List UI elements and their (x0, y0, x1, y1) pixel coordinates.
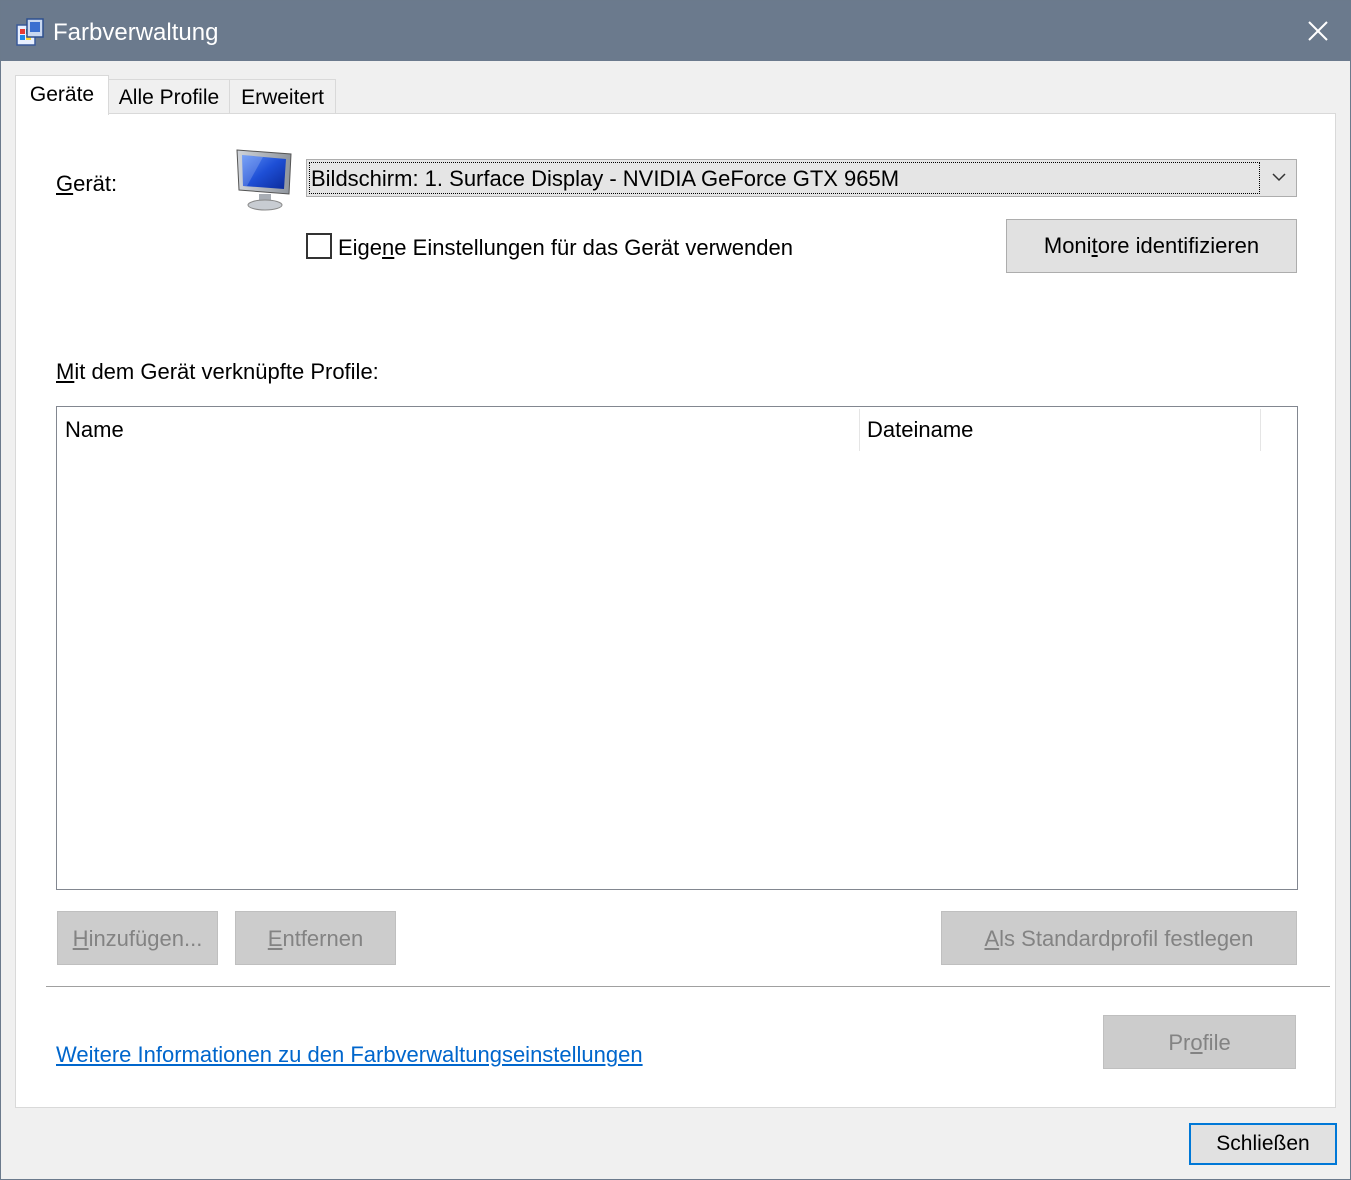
column-divider[interactable] (1260, 409, 1261, 451)
profiles-list[interactable]: Name Dateiname (56, 406, 1298, 890)
identify-monitors-button[interactable]: Monitore identifizieren (1006, 219, 1297, 273)
remove-profile-button[interactable]: Entfernen (235, 911, 396, 965)
own-settings-label[interactable]: Eigene Einstellungen für das Gerät verwe… (338, 235, 793, 261)
tab-devices[interactable]: Geräte (15, 75, 109, 115)
window-title: Farbverwaltung (53, 19, 219, 46)
close-button[interactable]: Schließen (1189, 1123, 1337, 1165)
add-profile-button[interactable]: Hinzufügen... (57, 911, 218, 965)
tab-label: Geräte (29, 83, 95, 106)
set-default-profile-button[interactable]: Als Standardprofil festlegen (941, 911, 1297, 965)
column-header-name[interactable]: Name (65, 417, 124, 443)
close-icon (1308, 21, 1328, 41)
linked-profiles-label: Mit dem Gerät verknüpfte Profile: (56, 359, 379, 384)
device-select-value: Bildschirm: 1. Surface Display - NVIDIA … (311, 166, 900, 191)
column-divider[interactable] (859, 409, 860, 451)
separator (46, 986, 1330, 987)
profile-button[interactable]: Profile (1103, 1015, 1296, 1069)
tab-label: Alle Profile (118, 86, 220, 109)
tab-label: Erweitert (241, 86, 324, 109)
column-header-filename[interactable]: Dateiname (867, 417, 973, 443)
device-select[interactable]: Bildschirm: 1. Surface Display - NVIDIA … (306, 159, 1297, 197)
monitor-icon (233, 146, 295, 212)
title-bar: Farbverwaltung (1, 1, 1350, 61)
own-settings-checkbox[interactable] (306, 233, 332, 259)
color-management-icon (15, 17, 47, 49)
device-label: Gerät: (56, 171, 118, 196)
chevron-down-icon (1272, 173, 1286, 182)
close-window-button[interactable] (1286, 1, 1350, 61)
tab-advanced[interactable]: Erweitert (229, 79, 336, 114)
more-info-link[interactable]: Weitere Informationen zu den Farbverwalt… (56, 1042, 643, 1068)
color-management-window: Farbverwaltung Geräte Alle Profile Erwei… (0, 0, 1351, 1180)
tab-all-profiles[interactable]: Alle Profile (108, 79, 230, 114)
